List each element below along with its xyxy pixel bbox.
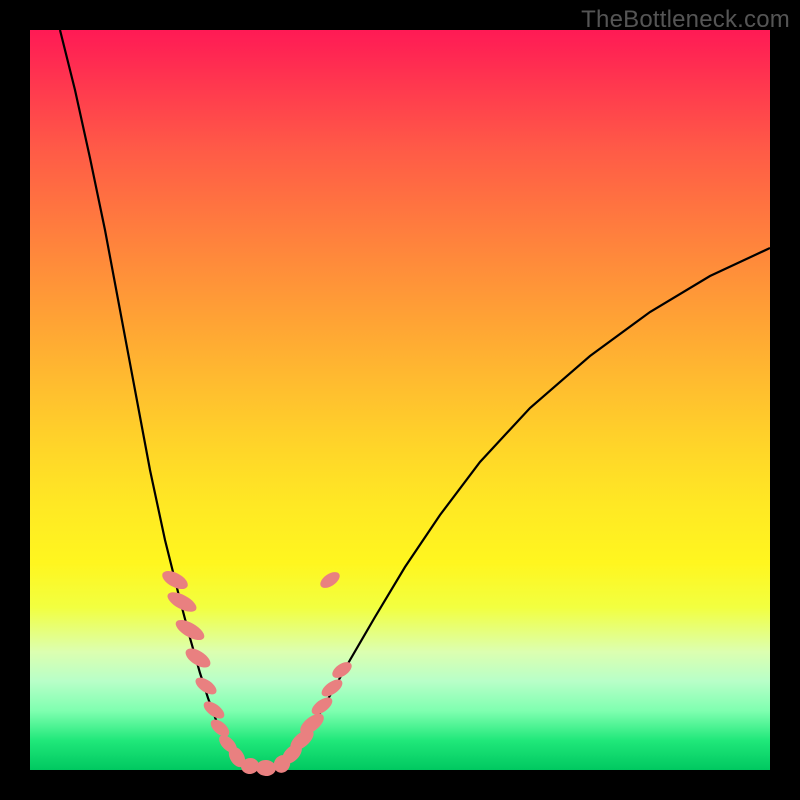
chart-frame: TheBottleneck.com [0, 0, 800, 800]
plot-area [30, 30, 770, 770]
bottleneck-curve [30, 30, 770, 770]
data-marker [318, 569, 343, 591]
data-marker [330, 659, 355, 681]
data-marker [319, 676, 346, 700]
data-marker [208, 716, 233, 739]
marker-group [159, 567, 354, 776]
data-marker [201, 698, 227, 722]
data-marker [159, 567, 190, 593]
data-marker [309, 694, 335, 718]
curve-path [60, 30, 770, 770]
watermark-text: TheBottleneck.com [581, 6, 790, 34]
data-marker [256, 759, 277, 776]
